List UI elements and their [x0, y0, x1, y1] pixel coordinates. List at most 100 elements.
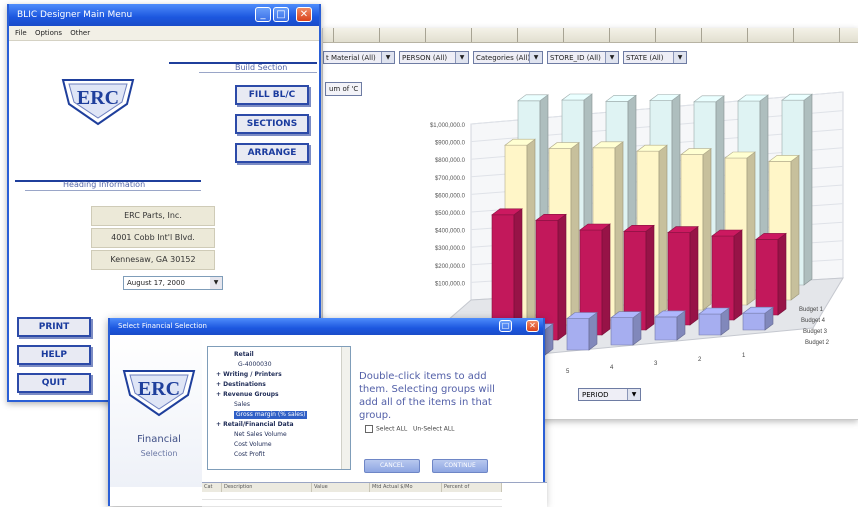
bar-side: [588, 311, 598, 351]
bar-side: [658, 144, 668, 316]
date-value: August 17, 2000: [127, 279, 185, 287]
tree-item[interactable]: Net Sales Volume: [234, 431, 287, 439]
address-field[interactable]: 4001 Cobb Int'l Blvd.: [91, 228, 215, 248]
city-state-field[interactable]: Kennesaw, GA 30152: [91, 250, 215, 270]
y-tick-label: $800,000.0: [435, 158, 466, 164]
title-bar: Select Financial Selection □ ✕: [110, 318, 543, 335]
arrange-button[interactable]: ARRANGE: [235, 143, 309, 163]
date-dropdown[interactable]: August 17, 2000 ▼: [123, 276, 223, 290]
menu-other[interactable]: Other: [70, 29, 90, 37]
menu-bar: File Options Other: [9, 26, 319, 41]
grid-header-percent: Percent of: [442, 483, 502, 492]
x-tick-label: 1: [742, 353, 746, 359]
title-bar: BLIC Designer Main Menu _ □ ✕: [9, 4, 319, 26]
divider: [25, 190, 201, 191]
tree-item[interactable]: + Destinations: [216, 381, 266, 389]
bar-side: [702, 147, 712, 311]
tree-item[interactable]: + Revenue Groups: [216, 391, 279, 399]
bar-side: [733, 229, 743, 321]
bar-side: [746, 151, 756, 306]
x-tick-label: 3: [654, 361, 658, 367]
bar-front: [698, 313, 722, 336]
minimize-button[interactable]: _: [255, 7, 271, 22]
select-all-options: Select ALL Un-Select ALL: [365, 425, 455, 433]
erc-logo: ERC: [61, 74, 135, 126]
bar-side: [526, 138, 536, 331]
fill-blc-button[interactable]: FILL BL/C: [235, 85, 309, 105]
window-title: Select Financial Selection: [118, 322, 207, 330]
x-tick-label: 4: [610, 365, 614, 371]
grid-header-description: Description: [222, 483, 312, 492]
selector-caption: Financial: [137, 434, 181, 445]
bar-front: [755, 239, 779, 316]
period-field-dropdown[interactable]: PERIOD ▼: [578, 388, 641, 401]
company-name-field[interactable]: ERC Parts, Inc.: [91, 206, 215, 226]
tree-scrollbar[interactable]: [341, 347, 350, 469]
tree-item[interactable]: Retail: [234, 351, 254, 359]
heading-information-label: Heading Information: [63, 180, 146, 189]
series-label: Budget 2: [805, 340, 830, 346]
logo-text: ERC: [138, 378, 180, 400]
financial-selection-window: Select Financial Selection □ ✕ ERC Finan…: [108, 318, 547, 507]
tree-item[interactable]: + Writing / Printers: [216, 371, 282, 379]
y-tick-label: $500,000.0: [435, 211, 466, 217]
y-tick-label: $100,000.0: [435, 281, 466, 287]
continue-button[interactable]: CONTINUE: [432, 459, 488, 473]
bar-side: [689, 226, 699, 326]
bar-front: [654, 316, 678, 341]
close-button[interactable]: ✕: [296, 7, 312, 22]
y-tick-label: $400,000.0: [435, 229, 466, 235]
chevron-down-icon: ▼: [627, 389, 640, 400]
tree-item[interactable]: G-4000030: [238, 361, 272, 369]
build-section-label: Build Section: [235, 63, 288, 72]
select-all-checkbox[interactable]: [365, 425, 373, 433]
quit-button[interactable]: QUIT: [17, 373, 91, 393]
maximize-button[interactable]: □: [273, 7, 289, 22]
divider: [199, 72, 317, 73]
bar-front: [711, 235, 735, 321]
selector-subcaption: Selection: [140, 449, 178, 458]
help-button[interactable]: HELP: [17, 345, 91, 365]
bar-front: [610, 317, 634, 346]
x-tick-label: 2: [698, 357, 702, 363]
grid-row[interactable]: [202, 493, 502, 500]
bar-front: [742, 312, 766, 331]
maximize-button[interactable]: □: [499, 320, 512, 332]
chevron-down-icon: ▼: [210, 277, 222, 289]
series-label: Budget 3: [803, 329, 828, 335]
bar-side: [790, 154, 800, 301]
y-tick-label: $700,000.0: [435, 176, 466, 182]
x-tick-label: 5: [566, 369, 570, 375]
sections-button[interactable]: SECTIONS: [235, 114, 309, 134]
grid-header-value: Value: [312, 483, 370, 492]
bar-side: [557, 213, 567, 341]
selector-help-text: Double-click items to add them. Selectin…: [359, 371, 495, 421]
bar-side: [645, 224, 655, 331]
y-tick-label: $200,000.0: [435, 264, 466, 270]
tree-item[interactable]: + Retail/Financial Data: [216, 421, 294, 429]
close-button[interactable]: ✕: [526, 320, 539, 332]
cancel-button[interactable]: CANCEL: [364, 459, 420, 473]
grid-header-mtd: Mtd Actual $/Mo: [370, 483, 442, 492]
bar-side: [601, 223, 611, 336]
bar-side: [570, 141, 580, 326]
menu-file[interactable]: File: [15, 29, 27, 37]
series-label: Budget 4: [801, 318, 826, 324]
y-tick-label: $900,000.0: [435, 141, 466, 147]
tree-item[interactable]: Cost Profit: [234, 451, 265, 459]
grid-header-cat: Cat: [202, 483, 222, 492]
financial-item-tree[interactable]: Retail G-4000030 + Writing / Printers + Des…: [207, 346, 351, 470]
tree-item[interactable]: Cost Volume: [234, 441, 272, 449]
y-tick-label: $600,000.0: [435, 193, 466, 199]
menu-options[interactable]: Options: [35, 29, 62, 37]
logo-text: ERC: [77, 87, 119, 109]
print-button[interactable]: PRINT: [17, 317, 91, 337]
erc-logo: ERC: [122, 365, 196, 417]
bar-side: [777, 232, 787, 316]
period-field-label: PERIOD: [582, 391, 609, 399]
selection-grid[interactable]: Cat Description Value Mtd Actual $/Mo Pe…: [202, 482, 547, 507]
unselect-all-label[interactable]: Un-Select ALL: [413, 426, 455, 433]
tree-item[interactable]: Sales: [234, 401, 250, 409]
bar-front: [566, 318, 590, 351]
tree-item-selected[interactable]: Gross margin (% sales): [234, 411, 308, 419]
